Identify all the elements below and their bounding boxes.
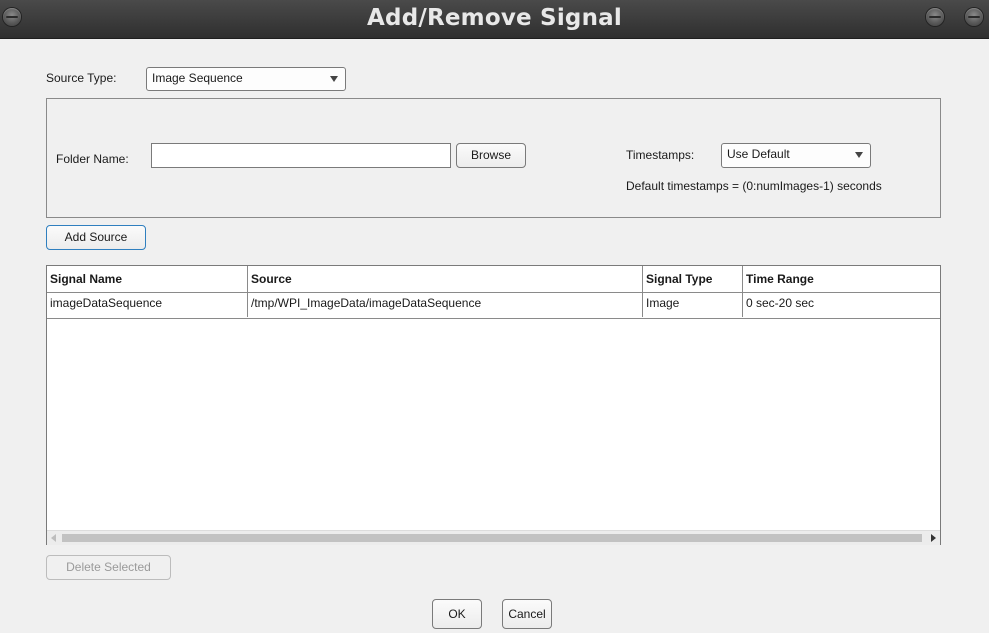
- cell-signal-name: imageDataSequence: [47, 292, 248, 317]
- cell-signal-type: Image: [643, 292, 743, 317]
- delete-selected-button[interactable]: Delete Selected: [46, 555, 171, 580]
- browse-button[interactable]: Browse: [456, 143, 526, 168]
- timestamps-value: Use Default: [727, 147, 790, 161]
- add-source-button[interactable]: Add Source: [46, 225, 146, 250]
- title-bar: Add/Remove Signal: [0, 0, 989, 39]
- signals-table: Signal Name Source Signal Type Time Rang…: [46, 265, 941, 545]
- column-header-signal-type[interactable]: Signal Type: [643, 266, 743, 292]
- timestamps-label: Timestamps:: [626, 148, 695, 162]
- folder-name-input[interactable]: [151, 143, 451, 168]
- minimize-icon[interactable]: [926, 8, 944, 26]
- timestamps-dropdown[interactable]: Use Default: [721, 143, 871, 168]
- column-header-signal-name[interactable]: Signal Name: [47, 266, 248, 292]
- column-header-time-range[interactable]: Time Range: [743, 266, 940, 292]
- cell-source: /tmp/WPI_ImageData/imageDataSequence: [248, 292, 643, 317]
- folder-name-label: Folder Name:: [56, 152, 129, 166]
- column-header-source[interactable]: Source: [248, 266, 643, 292]
- scroll-right-icon[interactable]: [931, 534, 936, 542]
- close-icon[interactable]: [965, 8, 983, 26]
- source-type-dropdown[interactable]: Image Sequence: [146, 67, 346, 91]
- table-row[interactable]: imageDataSequence /tmp/WPI_ImageData/ima…: [47, 292, 940, 319]
- horizontal-scrollbar[interactable]: [47, 530, 940, 545]
- scrollbar-thumb[interactable]: [62, 534, 922, 542]
- scroll-left-icon[interactable]: [51, 534, 56, 542]
- default-timestamps-note: Default timestamps = (0:numImages-1) sec…: [626, 179, 882, 193]
- source-type-label: Source Type:: [46, 71, 117, 85]
- ok-button[interactable]: OK: [432, 599, 482, 629]
- chevron-down-icon: [855, 152, 863, 158]
- cancel-button[interactable]: Cancel: [502, 599, 552, 629]
- table-header: Signal Name Source Signal Type Time Rang…: [47, 266, 940, 293]
- chevron-down-icon: [330, 76, 338, 82]
- source-type-value: Image Sequence: [152, 71, 243, 85]
- cell-time-range: 0 sec-20 sec: [746, 296, 815, 310]
- window-title: Add/Remove Signal: [367, 5, 622, 31]
- source-options-panel: Folder Name: Browse Timestamps: Use Defa…: [46, 98, 941, 218]
